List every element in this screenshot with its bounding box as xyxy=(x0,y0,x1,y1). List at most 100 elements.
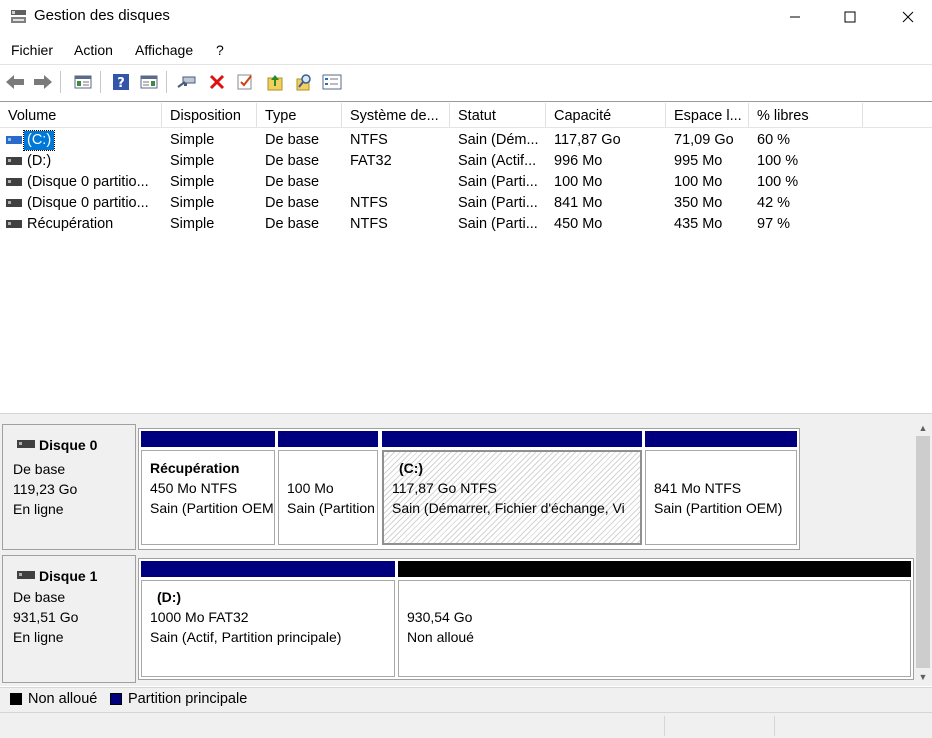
volume-free-space: 350 Mo xyxy=(674,195,723,211)
partition-body: Récupération 450 Mo NTFS Sain (Partition… xyxy=(141,450,275,545)
volume-free-space: 435 Mo xyxy=(674,216,723,232)
column-header-capacity[interactable]: Capacité xyxy=(546,103,666,127)
search-button[interactable] xyxy=(293,71,315,93)
legend-label-unallocated: Non alloué xyxy=(28,691,98,707)
volume-capacity: 450 Mo xyxy=(554,216,603,232)
table-row[interactable]: (Disque 0 partitio... Simple De base Sai… xyxy=(0,172,932,193)
volume-layout: Simple xyxy=(170,174,215,190)
partition-status: Sain (Démarrer, Fichier d'échange, Vi xyxy=(392,500,625,516)
menu-bar: Fichier Action Affichage ? xyxy=(0,40,932,62)
volume-icon xyxy=(6,136,22,144)
disk-kind: De base xyxy=(13,461,66,477)
table-row[interactable]: (C:) Simple De base NTFS Sain (Dém... 11… xyxy=(0,130,932,151)
delete-button[interactable] xyxy=(206,71,228,93)
status-bar xyxy=(0,712,932,738)
console-tree-button[interactable] xyxy=(72,71,94,93)
volume-free-space: 71,09 Go xyxy=(674,132,734,148)
forward-button[interactable] xyxy=(32,71,54,93)
partition-efi[interactable]: 100 Mo Sain (Partition xyxy=(278,431,378,545)
svg-text:?: ? xyxy=(117,76,125,91)
partition-title: (D:) xyxy=(157,589,182,605)
checkmark-icon xyxy=(237,74,252,90)
menu-action[interactable]: Action xyxy=(74,42,113,58)
connect-button[interactable] xyxy=(176,71,198,93)
column-header-filesystem[interactable]: Système de... xyxy=(342,103,450,127)
column-header-type[interactable]: Type xyxy=(257,103,342,127)
column-header-percent-free[interactable]: % libres xyxy=(749,103,863,127)
partition-size: 841 Mo NTFS xyxy=(654,480,742,496)
partition-body: (D:) 1000 Mo FAT32 Sain (Actif, Partitio… xyxy=(141,580,395,677)
scroll-thumb[interactable] xyxy=(916,436,930,668)
partition-oem[interactable]: 841 Mo NTFS Sain (Partition OEM) xyxy=(645,431,797,545)
column-header-volume[interactable]: Volume xyxy=(0,103,162,127)
properties-pane-icon xyxy=(140,75,158,89)
close-button[interactable] xyxy=(885,0,931,34)
volume-type: De base xyxy=(265,174,320,190)
volume-capacity: 117,87 Go xyxy=(554,132,621,148)
volume-percent-free: 100 % xyxy=(757,153,799,169)
volume-type: De base xyxy=(265,132,320,148)
connect-icon xyxy=(177,76,196,88)
delete-icon xyxy=(209,74,225,90)
disk-name: Disque 0 xyxy=(39,437,98,453)
volume-filesystem: NTFS xyxy=(350,132,388,148)
vertical-scrollbar[interactable]: ▲ ▼ xyxy=(914,420,932,686)
partition-size: 1000 Mo FAT32 xyxy=(150,609,249,625)
disk-icon xyxy=(17,440,35,448)
volume-capacity: 100 Mo xyxy=(554,174,603,190)
list-view-button[interactable] xyxy=(321,71,343,93)
import-button[interactable] xyxy=(264,71,286,93)
volume-list: Volume Disposition Type Système de... St… xyxy=(0,101,932,414)
scroll-up-icon[interactable]: ▲ xyxy=(918,423,928,433)
partition-body: (C:) 117,87 Go NTFS Sain (Démarrer, Fich… xyxy=(382,450,642,545)
partition-status: Non alloué xyxy=(407,629,474,645)
partition-c[interactable]: (C:) 117,87 Go NTFS Sain (Démarrer, Fich… xyxy=(382,431,642,545)
properties-pane-button[interactable] xyxy=(138,71,160,93)
partition-unallocated[interactable]: 930,54 Go Non alloué xyxy=(398,561,911,677)
volume-status: Sain (Parti... xyxy=(458,195,538,211)
table-row[interactable]: (D:) Simple De base FAT32 Sain (Actif...… xyxy=(0,151,932,172)
disk-kind: De base xyxy=(13,589,66,605)
disk-name: Disque 1 xyxy=(39,568,98,584)
scroll-down-icon[interactable]: ▼ xyxy=(918,672,928,682)
status-pane xyxy=(774,716,932,736)
window-title: Gestion des disques xyxy=(34,7,170,24)
partition-size: 930,54 Go xyxy=(407,609,473,625)
volume-layout: Simple xyxy=(170,195,215,211)
table-row[interactable]: Récupération Simple De base NTFS Sain (P… xyxy=(0,214,932,235)
back-button[interactable] xyxy=(4,71,26,93)
menu-fichier[interactable]: Fichier xyxy=(11,42,53,58)
help-button[interactable]: ? xyxy=(110,71,132,93)
volume-type: De base xyxy=(265,216,320,232)
volume-status: Sain (Parti... xyxy=(458,174,538,190)
column-header-status[interactable]: Statut xyxy=(450,103,546,127)
list-header: Volume Disposition Type Système de... St… xyxy=(0,103,932,128)
partition-recuperation[interactable]: Récupération 450 Mo NTFS Sain (Partition… xyxy=(141,431,275,545)
minimize-button[interactable] xyxy=(772,0,818,34)
legend-label-primary: Partition principale xyxy=(128,691,248,707)
column-header-free-space[interactable]: Espace l... xyxy=(666,103,749,127)
menu-affichage[interactable]: Affichage xyxy=(135,42,193,58)
volume-percent-free: 42 % xyxy=(757,195,791,211)
maximize-button[interactable] xyxy=(827,0,873,34)
partition-title: (C:) xyxy=(399,460,424,476)
toolbar-separator xyxy=(100,71,101,93)
volume-filesystem: NTFS xyxy=(350,195,388,211)
partition-d[interactable]: (D:) 1000 Mo FAT32 Sain (Actif, Partitio… xyxy=(141,561,395,677)
toolbar-separator xyxy=(166,71,167,93)
menu-help[interactable]: ? xyxy=(216,42,224,58)
checkmark-button[interactable] xyxy=(234,71,256,93)
disk-1-info[interactable]: Disque 1 De base 931,51 Go En ligne xyxy=(2,555,136,683)
partition-body: 841 Mo NTFS Sain (Partition OEM) xyxy=(645,450,797,545)
close-icon xyxy=(902,11,914,23)
volume-name: Récupération xyxy=(27,216,114,232)
disk-0-info[interactable]: Disque 0 De base 119,23 Go En ligne xyxy=(2,424,136,550)
disk-management-icon xyxy=(11,10,26,23)
column-header-disposition[interactable]: Disposition xyxy=(162,103,257,127)
volume-capacity: 996 Mo xyxy=(554,153,603,169)
volume-icon xyxy=(6,178,22,186)
help-icon: ? xyxy=(113,74,129,91)
maximize-icon xyxy=(844,11,856,23)
table-row[interactable]: (Disque 0 partitio... Simple De base NTF… xyxy=(0,193,932,214)
back-icon xyxy=(6,75,24,89)
